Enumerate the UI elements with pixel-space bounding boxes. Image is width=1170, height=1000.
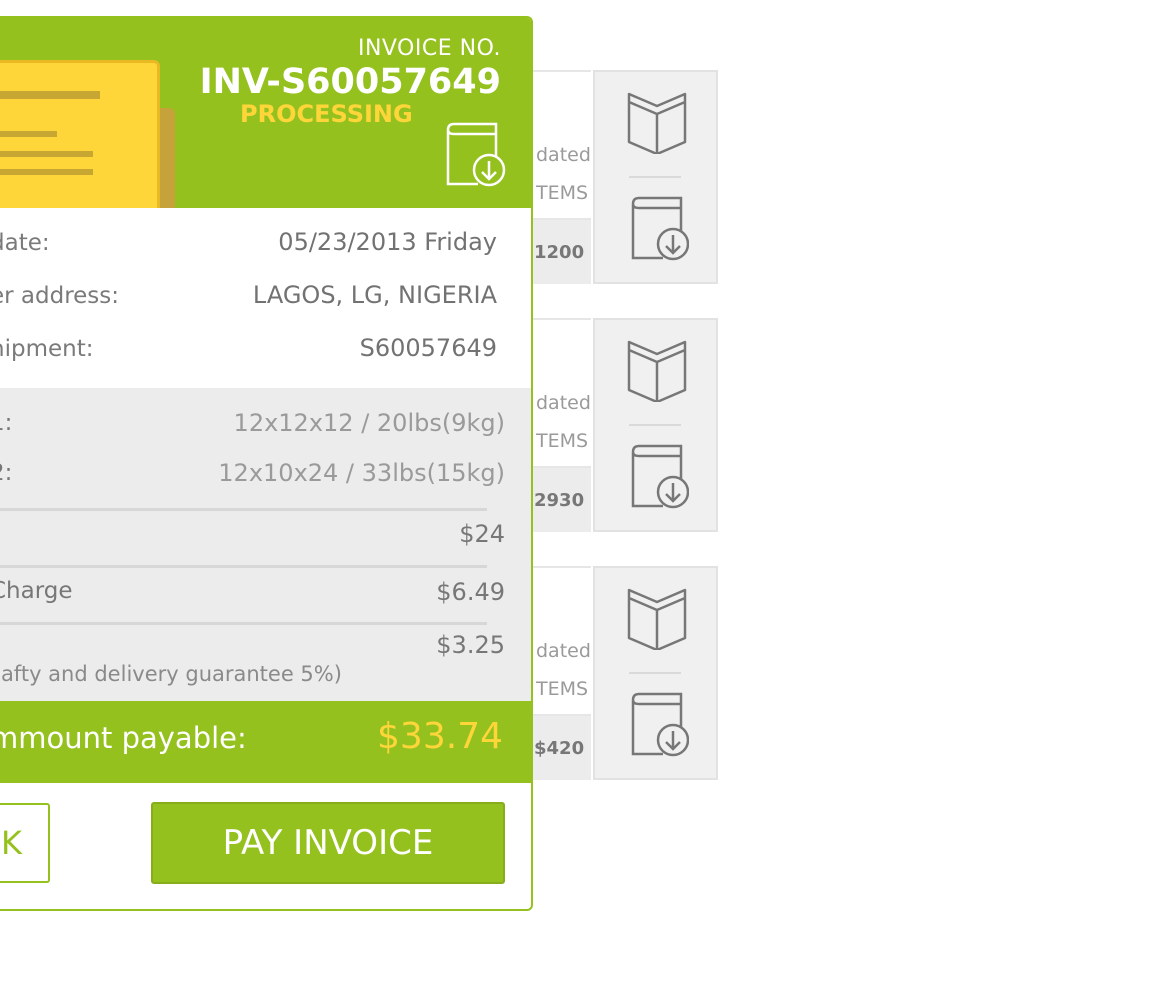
detail-row-address: er address: LAGOS, LG, NIGERIA [0,271,497,323]
open-book-icon[interactable] [627,588,687,650]
invoice-amount: 1200 [534,242,585,263]
package-label: 1: [0,410,13,436]
back-button[interactable]: K [0,803,50,883]
charges-section: 1: 12x12x12 / 20lbs(9kg) 2: 12x10x24 / 3… [0,388,531,701]
invoice-actions [593,318,718,532]
invoice-status-text: dated [536,392,591,414]
detail-value: 05/23/2013 Friday [278,228,497,256]
charge-note: safty and delivery guarantee 5%) [0,662,342,686]
detail-label: er address: [0,283,120,309]
invoice-panel: INVOICE NO. INV-S60057649 PROCESSING dat… [0,16,533,911]
open-book-icon[interactable] [627,92,687,154]
invoice-number-label: INVOICE NO. [357,36,501,61]
download-document-icon[interactable] [629,692,689,758]
divider [629,672,681,674]
invoice-status-text: dated [536,640,591,662]
invoice-actions [593,566,718,780]
invoice-number: INV-S60057649 [199,62,501,102]
download-document-icon[interactable] [629,196,689,262]
invoice-status-badge: PROCESSING [240,100,413,128]
invoice-actions [593,70,718,284]
invoice-items-text: TEMS [536,182,589,204]
divider [0,565,487,568]
charge-value: $24 [459,520,505,548]
detail-label: hipment: [0,336,94,362]
total-bar: mmount payable: $33.74 [0,701,531,783]
detail-value: LAGOS, LG, NIGERIA [252,281,497,309]
package-label: 2: [0,460,13,486]
package-value: 12x10x24 / 33lbs(15kg) [218,459,505,487]
total-amount: $33.74 [377,716,503,757]
download-document-icon[interactable] [629,444,689,510]
invoice-header: INVOICE NO. INV-S60057649 PROCESSING [0,18,531,208]
invoice-items-text: TEMS [536,430,589,452]
divider [629,424,681,426]
document-line [0,91,100,99]
document-line [0,151,93,157]
charge-label: Charge [0,578,73,604]
package-value: 12x12x12 / 20lbs(9kg) [233,409,505,437]
charge-value: $6.49 [436,578,505,606]
open-book-icon[interactable] [627,340,687,402]
document-illustration-icon [0,60,160,208]
detail-row-shipment: hipment: S60057649 [0,324,497,376]
detail-label: date: [0,230,50,256]
divider [0,622,487,625]
document-line [0,169,93,175]
invoice-items-text: TEMS [536,678,589,700]
invoice-status-text: dated [536,144,591,166]
invoice-amount: $420 [534,738,585,759]
invoice-amount: 2930 [534,490,585,511]
divider [0,508,487,511]
download-invoice-icon[interactable] [444,122,506,188]
divider [629,176,681,178]
charge-value: $3.25 [436,631,505,659]
detail-row-date: date: 05/23/2013 Friday [0,218,497,270]
total-label: mmount payable: [0,721,247,755]
detail-value: S60057649 [359,334,497,362]
pay-invoice-button[interactable]: PAY INVOICE [151,802,505,884]
document-line [0,131,57,137]
